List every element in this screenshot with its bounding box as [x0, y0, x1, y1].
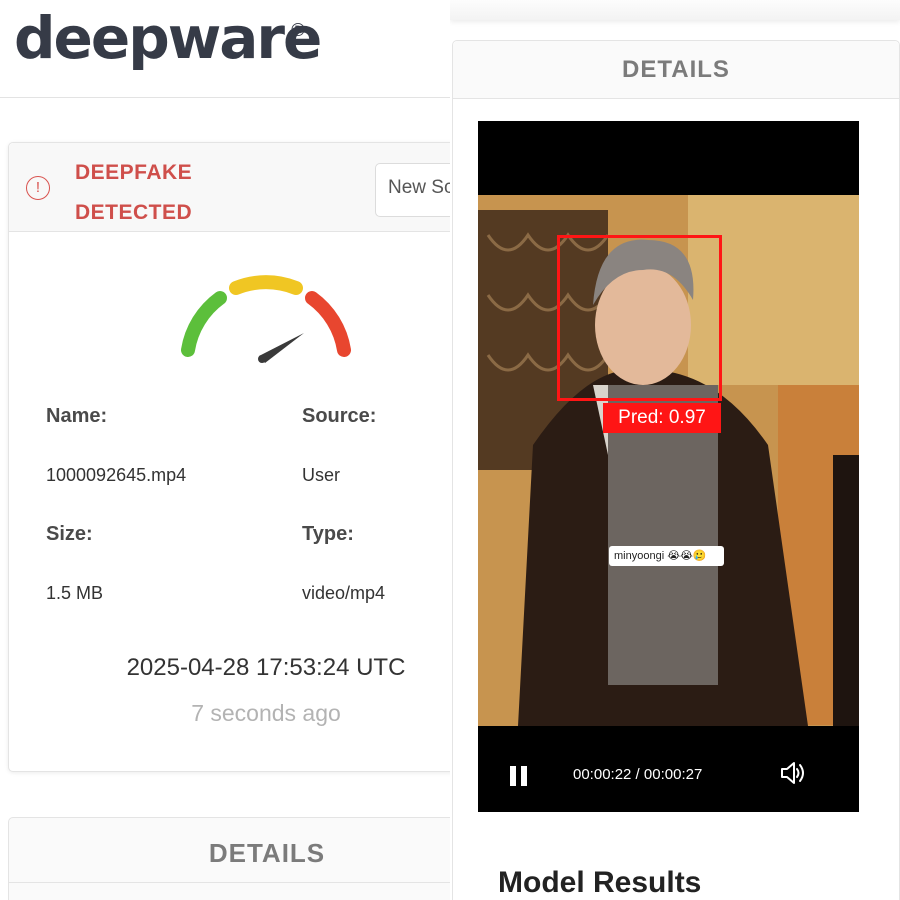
source-label: Source:	[302, 405, 377, 427]
source-value: User	[302, 465, 341, 485]
volume-icon[interactable]	[778, 758, 808, 788]
total-duration: 00:00:27	[643, 766, 703, 783]
details-divider	[9, 882, 450, 883]
type-label: Type:	[302, 523, 354, 545]
gauge-pivot	[258, 355, 266, 363]
face-bounding-box	[557, 235, 722, 401]
size-value: 1.5 MB	[46, 583, 104, 603]
size-label: Size:	[46, 523, 93, 545]
volume-wave-outer	[799, 764, 804, 782]
deepware-logo[interactable]: deepware	[14, 4, 322, 72]
right-pane: DETAILS Pred: 0.97 minyoongi 😭😭🥲 00:00:2…	[450, 0, 900, 900]
result-card-header: ! DEEPFAKE DETECTED New Scan	[9, 143, 450, 232]
registered-mark: ®	[289, 20, 307, 41]
gauge-segment-yellow	[229, 275, 303, 295]
scan-timestamp: 2025-04-28 17:53:24 UTC	[126, 654, 406, 681]
new-scan-button[interactable]: New Scan	[375, 163, 450, 217]
video-caption-overlay: minyoongi 😭😭🥲	[609, 546, 724, 566]
video-timecode: 00:00:22 / 00:00:27	[573, 766, 702, 783]
current-time: 00:00:22	[573, 766, 632, 783]
status-line-1: DEEPFAKE	[75, 161, 193, 184]
gauge-segment-green	[181, 291, 227, 357]
left-pane: deepware ® ! DEEPFAKE DETECTED New Scan …	[0, 0, 450, 900]
pause-bar-left	[510, 766, 516, 786]
status-line-2: DETECTED	[75, 201, 193, 224]
type-value: video/mp4	[302, 583, 386, 603]
model-results-heading: Model Results	[498, 866, 702, 899]
screenshot-root: deepware ® ! DEEPFAKE DETECTED New Scan …	[0, 0, 900, 900]
deepfake-gauge	[181, 275, 351, 363]
prediction-label: Pred: 0.97	[603, 403, 721, 433]
exclamation-circle-icon: !	[26, 176, 50, 200]
top-bar	[450, 0, 900, 20]
volume-speaker	[781, 762, 795, 784]
name-label: Name:	[46, 405, 108, 427]
gauge-segment-red	[305, 291, 351, 357]
header-divider	[0, 97, 450, 98]
pause-icon[interactable]	[510, 766, 528, 786]
pause-bar-right	[521, 766, 527, 786]
details-heading-left: DETAILS	[208, 838, 326, 868]
details-panel-left: DETAILS	[8, 817, 450, 900]
video-player[interactable]: Pred: 0.97 minyoongi 😭😭🥲 00:00:22 / 00:0…	[478, 121, 859, 812]
video-controls: 00:00:22 / 00:00:27	[478, 726, 859, 812]
name-value: 1000092645.mp4	[46, 465, 187, 485]
video-frame: Pred: 0.97 minyoongi 😭😭🥲	[478, 195, 859, 726]
details-heading: DETAILS	[622, 56, 730, 83]
timecode-separator: /	[631, 766, 644, 783]
details-header: DETAILS	[453, 41, 899, 99]
volume-wave-inner	[796, 768, 800, 778]
deepfake-status: DEEPFAKE DETECTED	[75, 153, 235, 233]
relative-time: 7 seconds ago	[191, 700, 341, 726]
person-shadow-right	[833, 455, 859, 726]
